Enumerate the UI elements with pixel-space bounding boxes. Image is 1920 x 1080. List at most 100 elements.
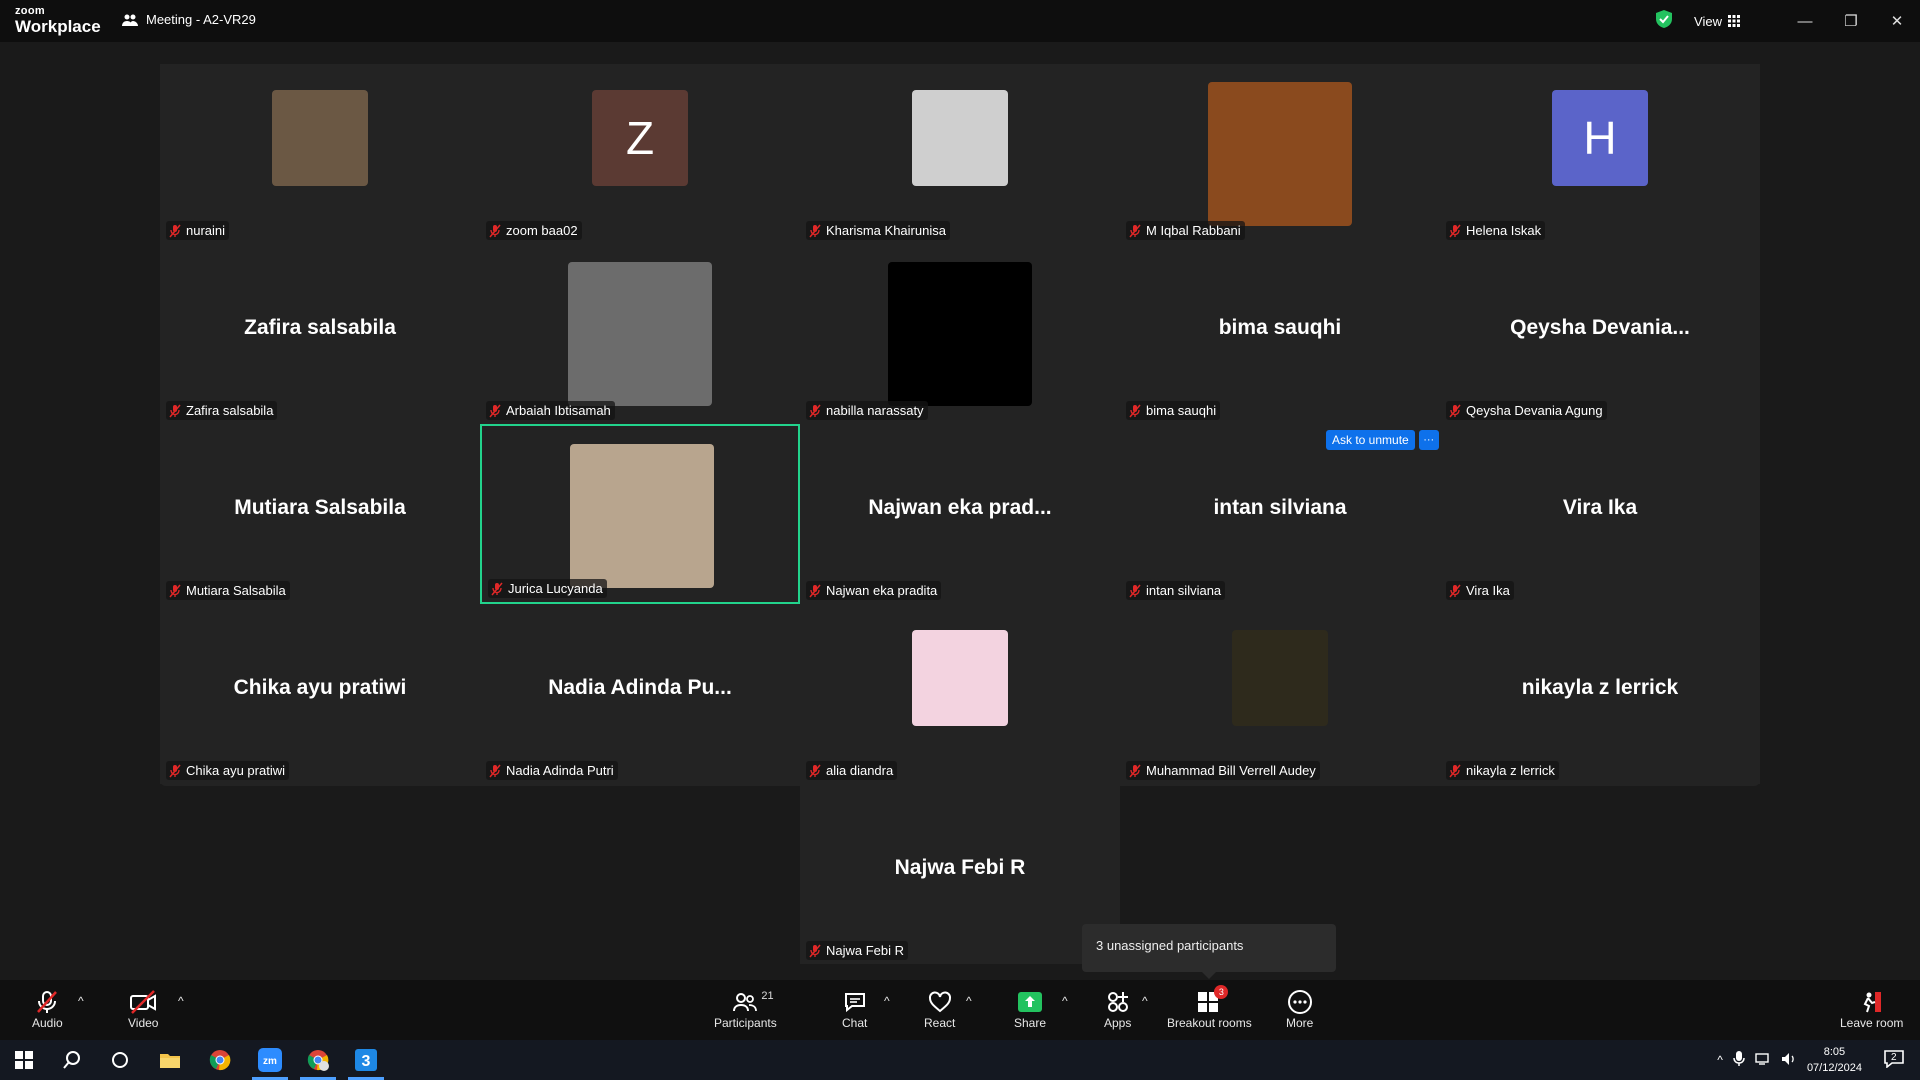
participant-tile[interactable]: Arbaiah Ibtisamah bbox=[480, 244, 800, 424]
ask-to-unmute-button[interactable]: Ask to unmute bbox=[1326, 430, 1415, 450]
participants-label: Participants bbox=[714, 1016, 777, 1030]
video-label: Video bbox=[128, 1016, 159, 1030]
participant-name: nikayla z lerrick bbox=[1466, 763, 1555, 778]
participant-name-label: bima sauqhi bbox=[1126, 401, 1221, 420]
participant-tile[interactable]: nabilla narassaty bbox=[800, 244, 1120, 424]
meeting-title[interactable]: Meeting - A2-VR29 bbox=[122, 12, 256, 27]
react-button[interactable]: React bbox=[924, 988, 955, 1030]
participant-tile[interactable]: Qeysha Devania... Qeysha Devania Agung bbox=[1440, 244, 1760, 424]
more-button[interactable]: More bbox=[1286, 988, 1313, 1030]
participant-name: Helena Iskak bbox=[1466, 223, 1542, 238]
leave-room-button[interactable]: Leave room bbox=[1840, 988, 1903, 1030]
audio-button[interactable]: Audio bbox=[32, 988, 63, 1030]
participant-tile[interactable]: Najwan eka prad... Najwan eka pradita bbox=[800, 424, 1120, 604]
taskbar-clock[interactable]: 8:05 07/12/2024 bbox=[1807, 1044, 1862, 1076]
participant-tile[interactable]: intan silviana intan silviana bbox=[1120, 424, 1440, 604]
breakout-rooms-button[interactable]: 3 Breakout rooms bbox=[1167, 985, 1252, 1030]
participant-tile[interactable]: Kharisma Khairunisa bbox=[800, 64, 1120, 244]
meeting-title-text: Meeting - A2-VR29 bbox=[146, 12, 256, 27]
view-button[interactable]: View bbox=[1694, 14, 1740, 29]
breakout-badge: 3 bbox=[1214, 985, 1229, 999]
participant-tile[interactable]: nikayla z lerrick nikayla z lerrick bbox=[1440, 604, 1760, 784]
participant-tile[interactable]: Zzoom baa02 bbox=[480, 64, 800, 244]
search-button[interactable] bbox=[48, 1040, 96, 1080]
security-shield-icon[interactable] bbox=[1656, 9, 1673, 33]
mic-muted-icon bbox=[168, 584, 182, 598]
participant-tile[interactable]: alia diandra bbox=[800, 604, 1120, 784]
participant-tile[interactable]: Muhammad Bill Verrell Audey bbox=[1120, 604, 1440, 784]
show-hidden-icons-button[interactable]: ^ bbox=[1717, 1053, 1723, 1067]
apps-options-caret[interactable]: ^ bbox=[1142, 994, 1148, 1008]
folder-icon bbox=[160, 1054, 180, 1068]
participant-tile[interactable]: Vira Ika Vira Ika bbox=[1440, 424, 1760, 604]
participant-tile[interactable]: Zafira salsabila Zafira salsabila bbox=[160, 244, 480, 424]
chat-label: Chat bbox=[842, 1016, 868, 1030]
file-explorer-button[interactable] bbox=[146, 1040, 194, 1080]
video-stage: nuraini Zzoom baa02 Kharisma Khairunisa M I… bbox=[0, 42, 1920, 980]
react-label: React bbox=[924, 1016, 956, 1030]
participant-tile[interactable]: nuraini bbox=[160, 64, 480, 244]
cortana-button[interactable] bbox=[96, 1040, 144, 1080]
mic-muted-icon bbox=[1448, 404, 1462, 418]
profile-photo bbox=[912, 630, 1008, 726]
mic-muted-icon bbox=[168, 764, 182, 778]
notification-count: 2 bbox=[1891, 1051, 1897, 1063]
network-tray-icon[interactable] bbox=[1755, 1052, 1771, 1069]
participant-display-name: Vira Ika bbox=[1562, 496, 1638, 519]
chrome-profile-button[interactable] bbox=[294, 1040, 342, 1080]
minimize-button[interactable]: — bbox=[1782, 0, 1828, 42]
mic-muted-icon bbox=[1128, 584, 1142, 598]
participant-display-name: Mutiara Salsabila bbox=[234, 496, 406, 519]
participant-tile[interactable]: bima sauqhi bima sauqhi bbox=[1120, 244, 1440, 424]
participant-name: intan silviana bbox=[1146, 583, 1222, 598]
participant-name-label: Qeysha Devania Agung bbox=[1446, 401, 1607, 420]
mic-muted-icon bbox=[490, 582, 504, 596]
video-button[interactable]: Video bbox=[128, 988, 158, 1030]
start-button[interactable] bbox=[0, 1040, 48, 1080]
mic-muted-icon bbox=[808, 944, 822, 958]
participant-display-name: Zafira salsabila bbox=[244, 316, 396, 339]
participant-name-label: nuraini bbox=[166, 221, 230, 240]
microphone-tray-icon[interactable] bbox=[1733, 1050, 1745, 1070]
share-button[interactable]: Share bbox=[1014, 988, 1046, 1030]
apps-button[interactable]: Apps bbox=[1104, 988, 1131, 1030]
share-options-caret[interactable]: ^ bbox=[1062, 994, 1068, 1008]
participant-tile[interactable]: Jurica Lucyanda bbox=[480, 424, 800, 604]
participant-name-label: Arbaiah Ibtisamah bbox=[486, 401, 615, 420]
chat-options-caret[interactable]: ^ bbox=[884, 994, 890, 1008]
audio-options-caret[interactable]: ^ bbox=[78, 994, 84, 1008]
profile-photo bbox=[1208, 82, 1352, 226]
notifications-button[interactable]: 2 bbox=[1884, 1049, 1904, 1071]
minimize-icon: — bbox=[1797, 12, 1813, 30]
chrome-button[interactable] bbox=[196, 1040, 244, 1080]
grid-icon bbox=[1728, 15, 1740, 27]
participant-name-label: intan silviana bbox=[1126, 581, 1226, 600]
participant-display-name: Qeysha Devania... bbox=[1510, 316, 1690, 339]
participant-tile[interactable]: Mutiara Salsabila Mutiara Salsabila bbox=[160, 424, 480, 604]
participant-name-label: alia diandra bbox=[806, 761, 898, 780]
participant-tile[interactable]: Chika ayu pratiwi Chika ayu pratiwi bbox=[160, 604, 480, 784]
close-button[interactable]: ✕ bbox=[1874, 0, 1920, 42]
zoom-logo: zoom Workplace bbox=[15, 6, 101, 36]
participant-tile[interactable]: Nadia Adinda Pu... Nadia Adinda Putri bbox=[480, 604, 800, 784]
leave-room-icon bbox=[1863, 992, 1881, 1013]
chat-button[interactable]: Chat bbox=[842, 988, 867, 1030]
participant-tile[interactable]: Najwa Febi R Najwa Febi R bbox=[800, 784, 1120, 964]
audio-label: Audio bbox=[32, 1016, 63, 1030]
participant-name: Jurica Lucyanda bbox=[508, 581, 603, 596]
volume-tray-icon[interactable] bbox=[1781, 1052, 1797, 1069]
participants-button[interactable]: 21 Participants bbox=[714, 988, 777, 1030]
react-options-caret[interactable]: ^ bbox=[966, 994, 972, 1008]
mic-muted-icon bbox=[1128, 224, 1142, 238]
participant-tile[interactable]: H Helena Iskak bbox=[1440, 64, 1760, 244]
tile-more-button[interactable]: ··· bbox=[1418, 430, 1439, 450]
chat-icon bbox=[844, 993, 865, 1013]
zoom-taskbar-button[interactable]: zm bbox=[246, 1040, 294, 1080]
avatar: H bbox=[1552, 90, 1648, 186]
app-3-button[interactable]: 3 bbox=[342, 1040, 390, 1080]
restore-button[interactable]: ❐ bbox=[1828, 0, 1874, 42]
participant-tile[interactable]: M Iqbal Rabbani bbox=[1120, 64, 1440, 244]
ask-unmute-group: Ask to unmute ··· bbox=[1326, 430, 1439, 450]
video-options-caret[interactable]: ^ bbox=[178, 994, 184, 1008]
participant-name-label: nikayla z lerrick bbox=[1446, 761, 1559, 780]
